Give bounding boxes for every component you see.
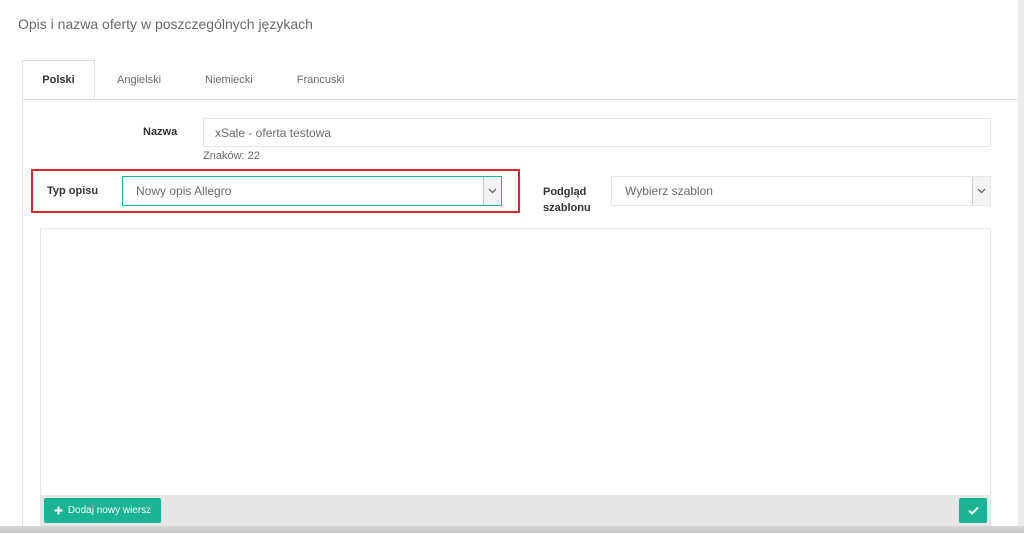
tab-niemiecki[interactable]: Niemiecki <box>183 60 275 100</box>
confirm-button[interactable] <box>959 498 987 523</box>
add-row-label: Dodaj nowy wiersz <box>67 505 152 516</box>
template-preview-label: Podgląd szablonu <box>543 184 591 216</box>
char-count: Znaków: 22 <box>203 150 260 162</box>
description-type-value: Nowy opis Allegro <box>136 184 232 198</box>
template-preview-label-line1: Podgląd <box>543 186 587 198</box>
language-tabs: Polski Angielski Niemiecki Francuski <box>22 60 366 100</box>
name-label: Nazwa <box>143 126 178 138</box>
template-select[interactable]: Wybierz szablon <box>611 176 991 206</box>
description-panel: Opis i nazwa oferty w poszczególnych jęz… <box>0 0 1018 526</box>
name-input-value: xSale - oferta testowa <box>215 125 332 140</box>
description-type-label: Typ opisu <box>47 185 99 197</box>
panel-title: Opis i nazwa oferty w poszczególnych jęz… <box>18 16 313 32</box>
chevron-down-icon <box>972 177 990 205</box>
description-type-select[interactable]: Nowy opis Allegro <box>122 176 502 206</box>
plus-icon <box>54 506 63 515</box>
tab-polski[interactable]: Polski <box>22 60 95 100</box>
template-preview-label-line2: szablonu <box>543 202 591 214</box>
check-icon <box>967 506 979 515</box>
add-row-button[interactable]: Dodaj nowy wiersz <box>44 498 161 523</box>
description-editor[interactable] <box>40 228 991 498</box>
name-input[interactable]: xSale - oferta testowa <box>203 118 991 147</box>
chevron-down-icon <box>483 177 501 205</box>
tab-francuski[interactable]: Francuski <box>275 60 367 100</box>
tab-angielski[interactable]: Angielski <box>95 60 183 100</box>
editor-footer <box>40 495 991 526</box>
page-bottom-edge <box>0 526 1024 533</box>
template-select-value: Wybierz szablon <box>625 184 713 198</box>
